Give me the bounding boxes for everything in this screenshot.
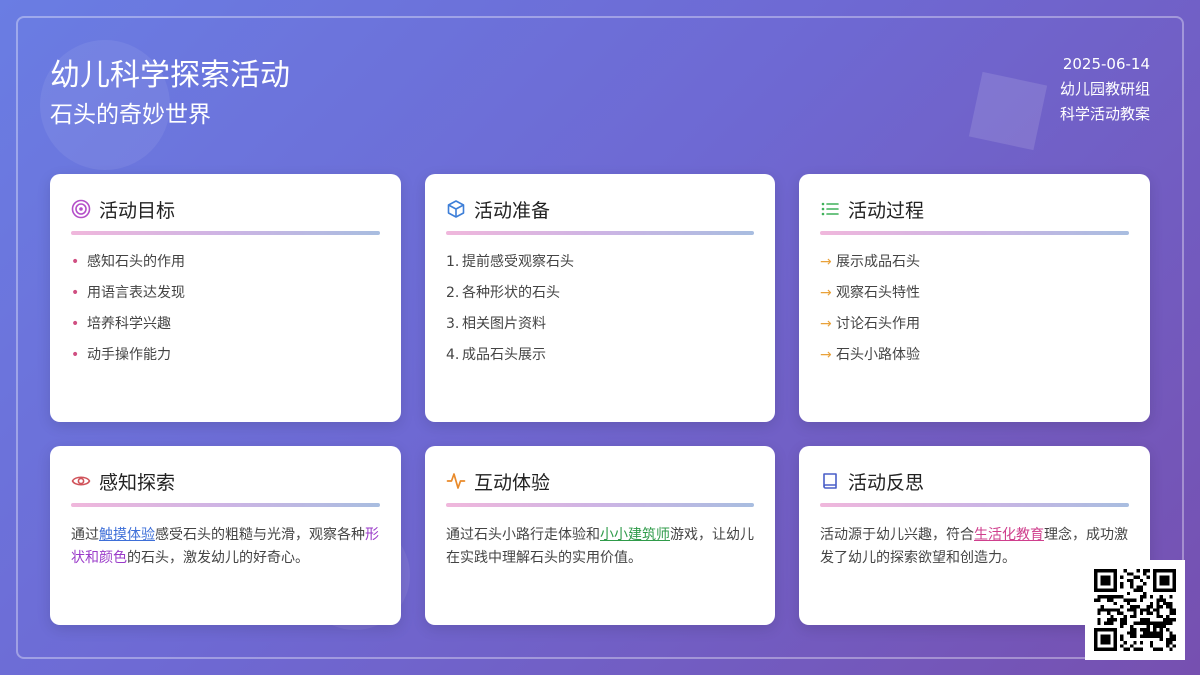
goals-card: 活动目标 • 感知石头的作用 • 用语言表达发现 • 培养科学兴趣 • 动手操作能力: [50, 174, 401, 422]
page-title: 幼儿科学探索活动: [50, 58, 290, 93]
card-paragraph: 活动源于幼儿兴趣，符合生活化教育理念，成功激发了幼儿的探索欲望和创造力。: [820, 524, 1129, 570]
list-item: • 培养科学兴趣: [71, 316, 171, 332]
list-item-text: 各种形状的石头: [462, 285, 560, 301]
list-item-text: 讨论石头作用: [836, 316, 920, 332]
list-item: → 展示成品石头: [820, 252, 1129, 283]
list-number: 2.: [446, 285, 460, 301]
org-label: 幼儿园教研组: [1059, 80, 1150, 98]
list-item-text: 用语言表达发现: [87, 285, 185, 301]
doc-type-label: 科学活动教案: [1059, 105, 1150, 123]
card-title: 活动反思: [848, 471, 925, 494]
eye-icon: [71, 471, 91, 491]
list-item: 1. 提前感受观察石头: [446, 252, 754, 283]
card-header: 活动目标: [71, 196, 380, 222]
activity-icon: [446, 471, 466, 491]
list-item: • 动手操作能力: [71, 347, 171, 363]
card-divider: [446, 231, 754, 235]
prep-list: 1. 提前感受观察石头 2. 各种形状的石头 3. 相关图片资料 4. 成品石头展示: [446, 252, 754, 376]
box-icon: [446, 199, 466, 219]
list-item: • 感知石头的作用: [71, 254, 185, 270]
list-item-text: 培养科学兴趣: [87, 316, 171, 332]
card-header: 活动反思: [820, 468, 1129, 494]
list-item-text: 相关图片资料: [462, 316, 546, 332]
list-item: 3. 相关图片资料: [446, 314, 754, 345]
book-icon: [820, 471, 840, 491]
card-divider: [71, 503, 380, 507]
card-title: 互动体验: [474, 471, 551, 494]
list-item-text: 展示成品石头: [836, 254, 920, 270]
list-item: 4. 成品石头展示: [446, 345, 754, 376]
highlight-text: 触摸体验: [99, 527, 155, 543]
list-item-text: 石头小路体验: [836, 347, 920, 363]
paragraph-text: 通过石头小路行走体验和: [446, 527, 600, 543]
paragraph-text: 感受石头的粗糙与光滑，观察各种: [155, 527, 365, 543]
list-item-text: 提前感受观察石头: [462, 254, 574, 270]
page-subtitle: 石头的奇妙世界: [50, 102, 211, 128]
list-item-text: 动手操作能力: [87, 347, 171, 363]
highlight-text: 生活化教育: [974, 527, 1044, 543]
list-item-text: 成品石头展示: [462, 347, 546, 363]
arrow-right-icon: →: [820, 347, 832, 363]
arrow-right-icon: →: [820, 254, 832, 270]
interact-card: 互动体验 通过石头小路行走体验和小小建筑师游戏，让幼儿在实践中理解石头的实用价值…: [425, 446, 775, 625]
paragraph-text: 的石头，激发幼儿的好奇心。: [127, 550, 309, 566]
card-title: 活动目标: [99, 199, 176, 222]
highlight-text: 小小建筑师: [600, 527, 670, 543]
list-item-text: 观察石头特性: [836, 285, 920, 301]
process-card: 活动过程 → 展示成品石头 → 观察石头特性 → 讨论石头作用 → 石头小路体验: [799, 174, 1150, 422]
date-label: 2025-06-14: [1062, 55, 1150, 73]
list-item: → 石头小路体验: [820, 345, 1129, 376]
card-divider: [820, 503, 1129, 507]
header-meta: 2025-06-14 幼儿园教研组 科学活动教案: [1060, 52, 1150, 127]
list-icon: [820, 199, 840, 219]
goals-list: • 感知石头的作用 • 用语言表达发现 • 培养科学兴趣 • 动手操作能力: [71, 252, 380, 376]
list-number: 4.: [446, 347, 460, 363]
arrow-right-icon: →: [820, 285, 832, 301]
paragraph-text: 活动源于幼儿兴趣，符合: [820, 527, 974, 543]
card-title: 活动准备: [474, 199, 551, 222]
card-paragraph: 通过触摸体验感受石头的粗糙与光滑，观察各种形状和颜色的石头，激发幼儿的好奇心。: [71, 524, 380, 570]
arrow-right-icon: →: [820, 316, 832, 332]
card-divider: [71, 231, 380, 235]
target-icon: [71, 199, 91, 219]
prep-card: 活动准备 1. 提前感受观察石头 2. 各种形状的石头 3. 相关图片资料 4. 成品石…: [425, 174, 775, 422]
list-item: → 讨论石头作用: [820, 314, 1129, 345]
card-title: 感知探索: [99, 471, 176, 494]
paragraph-text: 通过: [71, 527, 99, 543]
qr-code[interactable]: [1085, 560, 1185, 660]
list-number: 3.: [446, 316, 460, 332]
card-title: 活动过程: [848, 199, 925, 222]
explore-card: 感知探索 通过触摸体验感受石头的粗糙与光滑，观察各种形状和颜色的石头，激发幼儿的…: [50, 446, 401, 625]
card-divider: [446, 503, 754, 507]
list-item-text: 感知石头的作用: [87, 254, 185, 270]
list-item: 2. 各种形状的石头: [446, 283, 754, 314]
card-header: 感知探索: [71, 468, 380, 494]
card-header: 活动过程: [820, 196, 1129, 222]
card-paragraph: 通过石头小路行走体验和小小建筑师游戏，让幼儿在实践中理解石头的实用价值。: [446, 524, 754, 570]
list-item: • 用语言表达发现: [71, 285, 185, 301]
card-divider: [820, 231, 1129, 235]
process-list: → 展示成品石头 → 观察石头特性 → 讨论石头作用 → 石头小路体验: [820, 252, 1129, 376]
list-number: 1.: [446, 254, 460, 270]
list-item: → 观察石头特性: [820, 283, 1129, 314]
qr-code-icon: [1094, 569, 1176, 651]
card-header: 互动体验: [446, 468, 754, 494]
card-header: 活动准备: [446, 196, 754, 222]
